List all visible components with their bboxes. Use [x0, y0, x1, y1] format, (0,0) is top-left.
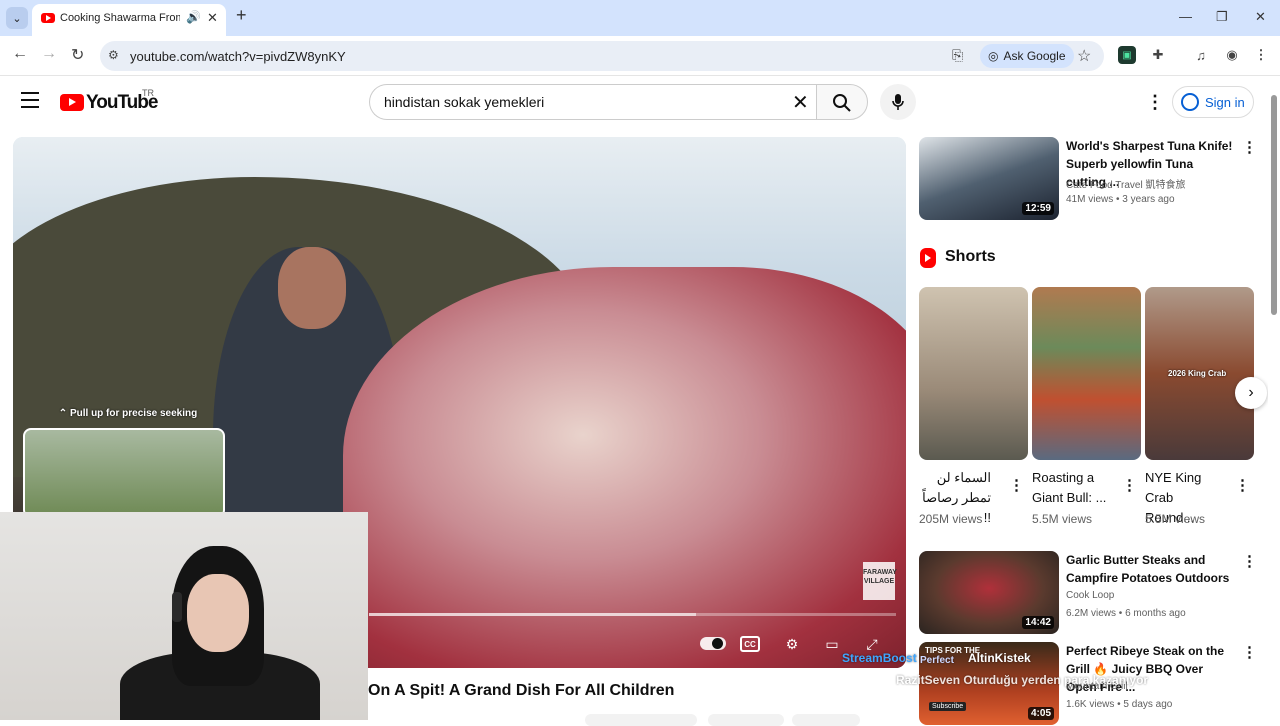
url-text[interactable]: youtube.com/watch?v=pivdZW8ynKY	[130, 49, 346, 64]
shorts-logo-icon	[920, 248, 936, 268]
video-duration: 12:59	[1022, 202, 1054, 215]
video-meta: 1.6K views • 5 days ago	[1066, 699, 1173, 710]
settings-more-icon[interactable]: ⋮	[1146, 92, 1164, 113]
more-actions-icon[interactable]: ⋮	[1009, 476, 1024, 494]
stream-overlay-text: Perfect	[920, 655, 954, 666]
clear-search-icon[interactable]: ✕	[792, 90, 809, 115]
short-thumbnail[interactable]	[1032, 287, 1141, 460]
settings-gear-icon[interactable]: ⚙	[779, 633, 805, 655]
scrollbar-thumb[interactable]	[1271, 95, 1277, 315]
more-actions-icon[interactable]: ⋮	[1122, 476, 1137, 494]
seek-hint: ⌃ Pull up for precise seeking	[58, 408, 198, 419]
action-button[interactable]	[708, 714, 784, 726]
tab-close-icon[interactable]: ✕	[207, 10, 218, 26]
extension-icon[interactable]: ▣	[1118, 46, 1136, 64]
stream-overlay-text: AltinKistek	[968, 651, 1031, 665]
media-control-icon[interactable]: ♫	[1192, 46, 1210, 64]
shorts-next-chevron-icon[interactable]: ›	[1235, 377, 1267, 409]
more-actions-icon[interactable]: ⋮	[1235, 476, 1250, 494]
progress-bar[interactable]	[369, 613, 896, 616]
address-bar[interactable]: ⚙ youtube.com/watch?v=pivdZW8ynKY ⎘ ◎ As…	[100, 41, 1104, 71]
video-meta: 6.2M views • 6 months ago	[1066, 608, 1186, 619]
webcam-face	[187, 574, 249, 652]
progress-bar-fill	[369, 613, 696, 616]
search-box	[369, 84, 817, 120]
audio-playing-icon[interactable]: 🔊	[186, 10, 201, 24]
seek-hint-text: Pull up for precise seeking	[69, 408, 198, 419]
channel-name[interactable]: Cate Food Travel 凱特食旅	[1066, 176, 1185, 191]
video-thumbnail[interactable]: 14:42	[919, 551, 1059, 634]
short-thumbnail[interactable]	[919, 287, 1028, 460]
short-views: 5.5M views	[1145, 512, 1206, 526]
sign-in-button[interactable]: Sign in	[1172, 86, 1254, 118]
ask-google-label: Ask Google	[1003, 49, 1066, 63]
sign-in-label: Sign in	[1205, 94, 1245, 110]
webcam-overlay	[0, 512, 368, 720]
browser-tab[interactable]: Cooking Shawarma From A 🔊 ✕	[32, 4, 226, 36]
video-title: On A Spit! A Grand Dish For All Children	[368, 682, 675, 699]
browser-tab-strip: ⌄ Cooking Shawarma From A 🔊 ✕ + — ❐ ✕	[0, 0, 1280, 36]
window-close-icon[interactable]: ✕	[1255, 9, 1266, 25]
browser-toolbar: ← → ↻ ⚙ youtube.com/watch?v=pivdZW8ynKY …	[0, 36, 1280, 76]
country-code: TR	[142, 88, 154, 98]
headset-icon	[172, 592, 182, 622]
tab-search-icon[interactable]: ⌄	[6, 7, 28, 29]
video-meta: 41M views • 3 years ago	[1066, 194, 1175, 205]
bookmark-star-icon[interactable]: ☆	[1077, 46, 1091, 66]
tab-title: Cooking Shawarma From A	[60, 12, 180, 24]
autoplay-toggle[interactable]	[700, 637, 726, 650]
video-duration: 14:42	[1022, 616, 1054, 629]
back-icon[interactable]: ←	[12, 45, 28, 63]
video-frame-face	[278, 247, 346, 329]
subtitles-icon[interactable]: CC	[740, 636, 760, 652]
new-tab-icon[interactable]: +	[236, 5, 247, 26]
search-button[interactable]	[816, 84, 868, 120]
chrome-menu-icon[interactable]: ⋮	[1252, 46, 1270, 64]
short-title[interactable]: Roasting a Giant Bull: ...	[1032, 468, 1112, 508]
channel-name[interactable]: Cook Loop	[1066, 590, 1114, 601]
channel-watermark[interactable]: FARAWAY VILLAGE	[863, 562, 897, 600]
video-title-link[interactable]: Garlic Butter Steaks and Campfire Potato…	[1066, 551, 1236, 587]
seek-preview-thumbnail	[23, 428, 225, 518]
ask-google-button[interactable]: ◎ Ask Google	[980, 44, 1074, 68]
profile-icon[interactable]: ◉	[1223, 46, 1241, 64]
stream-overlay-text: RazitSeven Oturduğu yerden para kazanıyo…	[896, 673, 1149, 687]
shorts-heading: Shorts	[945, 248, 996, 265]
account-circle-icon	[1181, 93, 1199, 111]
microphone-icon	[892, 94, 904, 110]
short-views: 5.5M views	[1032, 512, 1093, 526]
short-views: 205M views	[919, 512, 983, 526]
video-thumbnail[interactable]: 12:59	[919, 137, 1059, 220]
thumbnail-subscribe: Subscribe	[929, 702, 967, 711]
video-duration: 4:05	[1027, 707, 1054, 720]
stream-overlay-text: StreamBoost	[842, 651, 917, 665]
minimize-icon[interactable]: —	[1179, 9, 1192, 24]
action-button[interactable]	[585, 714, 697, 726]
install-app-icon[interactable]: ⎘	[952, 47, 963, 64]
more-actions-icon[interactable]: ⋮	[1242, 643, 1257, 661]
youtube-favicon-icon	[41, 13, 55, 23]
search-input[interactable]	[384, 94, 784, 110]
more-actions-icon[interactable]: ⋮	[1242, 138, 1257, 156]
restore-icon[interactable]: ❐	[1216, 9, 1228, 25]
puzzle-extensions-icon[interactable]: ✚	[1149, 46, 1167, 64]
video-frame-meat	[343, 267, 906, 668]
more-actions-icon[interactable]: ⋮	[1242, 552, 1257, 570]
site-info-icon[interactable]: ⚙	[108, 48, 119, 62]
search-icon	[833, 94, 851, 112]
youtube-play-logo-icon	[60, 94, 84, 111]
guide-menu-icon[interactable]	[21, 92, 39, 110]
forward-icon[interactable]: →	[41, 45, 57, 63]
reload-icon[interactable]: ↻	[71, 45, 84, 65]
action-button[interactable]	[792, 714, 860, 726]
short-thumbnail-label: 2026 King Crab	[1168, 369, 1227, 378]
voice-search-button[interactable]	[880, 84, 916, 120]
lens-icon: ◎	[988, 49, 999, 63]
